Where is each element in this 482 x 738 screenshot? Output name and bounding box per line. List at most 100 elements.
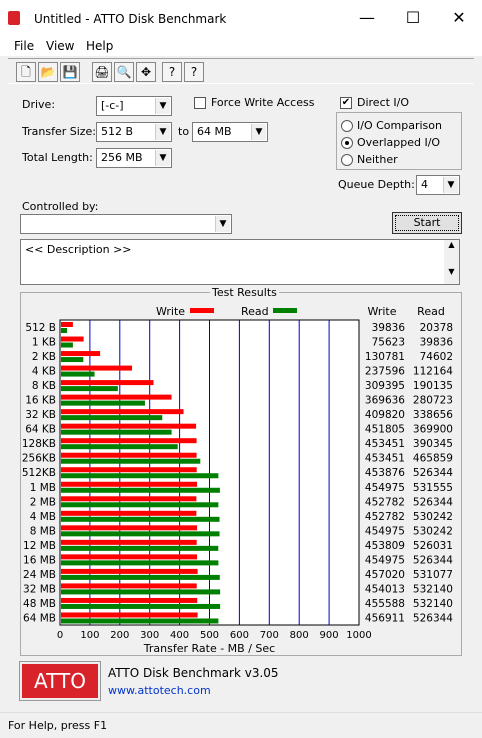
- write-bar: [61, 510, 197, 516]
- app-name: ATTO Disk Benchmark v3.05: [108, 666, 279, 680]
- write-bar: [61, 423, 197, 429]
- category-label: 4 KB: [32, 366, 56, 378]
- write-value-label: 454975: [365, 482, 405, 494]
- legend-read-swatch: [273, 308, 297, 313]
- write-value-label: 452782: [365, 511, 405, 523]
- category-label: 4 MB: [30, 511, 56, 523]
- read-bar: [61, 603, 221, 609]
- category-label: 8 MB: [30, 525, 56, 537]
- read-value-label: 530242: [413, 511, 453, 523]
- read-value-label: 74602: [420, 351, 453, 363]
- write-bar: [61, 612, 198, 618]
- read-bar: [61, 618, 219, 624]
- write-bar: [61, 554, 198, 560]
- write-value-label: 130781: [365, 351, 405, 363]
- read-bar: [61, 458, 201, 464]
- write-value-label: 454975: [365, 554, 405, 566]
- category-label: 2 KB: [32, 351, 56, 363]
- write-value-label: 453876: [365, 467, 405, 479]
- read-value-label: 338656: [413, 409, 453, 421]
- read-value-label: 390345: [413, 438, 453, 450]
- write-bar: [61, 409, 184, 415]
- read-value-label: 526031: [413, 540, 453, 552]
- read-bar: [61, 487, 220, 493]
- read-value-label: 532140: [413, 598, 453, 610]
- write-value-label: 454013: [365, 583, 405, 595]
- category-label: 12 MB: [23, 540, 56, 552]
- x-tick-label: 300: [140, 630, 159, 641]
- read-bar: [61, 560, 219, 566]
- website-link[interactable]: www.attotech.com: [108, 684, 211, 697]
- column-header-read: Read: [417, 305, 445, 318]
- write-bar: [61, 380, 154, 386]
- category-label: 64 KB: [25, 424, 56, 436]
- x-tick-label: 700: [260, 630, 279, 641]
- category-label: 512KB: [22, 467, 56, 479]
- read-value-label: 112164: [413, 366, 453, 378]
- read-value-label: 369900: [413, 424, 453, 436]
- category-label: 1 MB: [30, 482, 56, 494]
- read-bar: [61, 531, 220, 537]
- status-text: For Help, press F1: [8, 719, 108, 732]
- write-bar: [61, 597, 198, 603]
- write-bar: [61, 452, 197, 458]
- write-value-label: 455588: [365, 598, 405, 610]
- legend-write-swatch: [190, 308, 214, 313]
- write-value-label: 451805: [365, 424, 405, 436]
- category-label: 256KB: [22, 453, 56, 465]
- x-tick-label: 0: [57, 630, 63, 641]
- x-tick-label: 1000: [346, 630, 371, 641]
- write-value-label: 409820: [365, 409, 405, 421]
- read-value-label: 526344: [413, 496, 453, 508]
- read-bar: [61, 429, 172, 435]
- write-value-label: 454975: [365, 525, 405, 537]
- read-bar: [61, 444, 178, 450]
- write-value-label: 237596: [365, 366, 405, 378]
- category-label: 128KB: [22, 438, 56, 450]
- x-tick-label: 400: [170, 630, 189, 641]
- read-value-label: 530242: [413, 525, 453, 537]
- x-tick-label: 800: [290, 630, 309, 641]
- read-value-label: 526344: [413, 467, 453, 479]
- column-header-write: Write: [367, 305, 396, 318]
- read-value-label: 20378: [420, 322, 453, 334]
- write-bar: [61, 481, 198, 487]
- results-chart: 0 100 200 300 400 500 600 700 800 900 1000 Transfer…: [22, 305, 454, 655]
- category-label: 2 MB: [30, 496, 56, 508]
- read-bar: [61, 386, 118, 392]
- write-value-label: 457020: [365, 569, 405, 581]
- read-bar: [61, 357, 84, 363]
- x-tick-label: 100: [80, 630, 99, 641]
- read-bar: [61, 516, 220, 522]
- category-label: 16 KB: [25, 395, 56, 407]
- read-value-label: 531077: [413, 569, 453, 581]
- write-bar: [61, 496, 197, 502]
- write-bar: [61, 438, 197, 444]
- write-bar: [61, 322, 73, 327]
- write-bar: [61, 568, 198, 574]
- write-value-label: 453451: [365, 453, 405, 465]
- category-label: 48 MB: [23, 598, 56, 610]
- read-value-label: 39836: [420, 337, 454, 349]
- category-label: 24 MB: [23, 569, 56, 581]
- write-bar: [61, 525, 198, 531]
- category-label: 32 MB: [23, 583, 56, 595]
- write-value-label: 453451: [365, 438, 405, 450]
- legend-read-label: Read: [241, 305, 269, 318]
- read-value-label: 526344: [413, 612, 453, 624]
- read-value-label: 280723: [413, 395, 453, 407]
- write-value-label: 369636: [365, 395, 405, 407]
- write-bar: [61, 467, 197, 473]
- read-value-label: 190135: [413, 380, 453, 392]
- category-label: 1 KB: [32, 337, 56, 349]
- x-tick-label: 500: [200, 630, 219, 641]
- read-bar: [61, 473, 219, 479]
- write-bar: [61, 336, 84, 342]
- x-axis-label: Transfer Rate - MB / Sec: [143, 642, 275, 655]
- category-label: 512 B: [25, 322, 56, 334]
- read-bar: [61, 589, 221, 595]
- read-bar: [61, 371, 95, 377]
- read-bar: [61, 415, 163, 421]
- write-value-label: 452782: [365, 496, 405, 508]
- write-value-label: 456911: [365, 612, 405, 624]
